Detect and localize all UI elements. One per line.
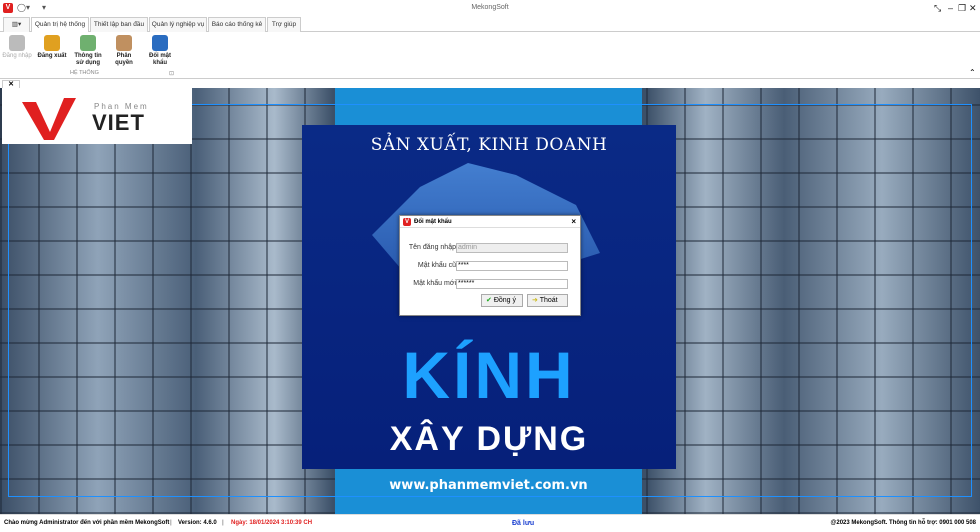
old-password-field[interactable]: ****: [456, 261, 568, 271]
usage-info-label: Thông tin sử dụng: [74, 53, 102, 66]
brand-big: VIET: [92, 110, 145, 135]
brand-logo: Phan Mem VIET: [2, 88, 192, 144]
collapse-ribbon-icon[interactable]: ⌃: [969, 68, 976, 77]
poster-line1: SẢN XUẤT, KINH DOANH: [370, 135, 608, 155]
exit-label: Thoát: [539, 297, 558, 304]
group-expander-icon[interactable]: ⊡: [169, 70, 174, 77]
login-button[interactable]: Đăng nhập: [1, 35, 33, 60]
group-label: HỆ THỐNG: [70, 70, 99, 76]
username-label: Tên đăng nhập: [408, 244, 456, 251]
change-password-dialog: V Đổi mật khẩu × Tên đăng nhập admin Mật…: [399, 215, 581, 316]
document-tab-close[interactable]: ✕: [2, 80, 20, 88]
permissions-label: Phân quyền: [115, 53, 133, 66]
ok-label: Đồng ý: [493, 297, 517, 304]
change-password-label: Đổi mật khẩu: [148, 53, 171, 66]
exit-folder-icon: ➜: [532, 297, 538, 304]
status-bar: Chào mừng Administrator đến với phần mềm…: [0, 514, 980, 531]
poster-line2: KÍNH: [402, 338, 576, 412]
ok-button[interactable]: ✔ Đồng ý: [481, 294, 523, 307]
users-icon: [116, 35, 132, 51]
restore-button[interactable]: ❐: [958, 3, 966, 14]
tab-tro-giup[interactable]: Trợ giúp: [267, 17, 301, 32]
poster-url: www.phanmemviet.com.vn: [389, 478, 588, 493]
username-field[interactable]: admin: [456, 243, 568, 253]
permissions-button[interactable]: Phân quyền: [108, 35, 140, 67]
user-info-icon: [80, 35, 96, 51]
new-password-field[interactable]: ******: [456, 279, 568, 289]
dialog-title: Đổi mật khẩu: [414, 219, 452, 225]
poster-line3: XÂY DỰNG: [389, 420, 589, 458]
usage-info-button[interactable]: Thông tin sử dụng: [72, 35, 104, 67]
window-title: MekongSoft: [471, 4, 509, 11]
ribbon-tabs: ▥▾ Quản trị hệ thống Thiết lập ban đầu Q…: [0, 16, 980, 33]
dialog-logo-icon: V: [403, 218, 411, 226]
app-menu-button[interactable]: ▥▾: [3, 17, 30, 32]
tab-quan-ly-nghiep-vu[interactable]: Quản lý nghiệp vụ: [149, 17, 207, 32]
status-date: Ngày: 18/01/2024 3:10:39 CH: [231, 520, 313, 526]
collapse-icon[interactable]: ⤡: [934, 3, 941, 14]
ribbon: Đăng nhập Đăng xuất Thông tin sử dụng Ph…: [0, 32, 980, 79]
close-button[interactable]: ✕: [969, 3, 977, 14]
dialog-close-button[interactable]: ×: [571, 217, 576, 226]
refresh-key-icon: [152, 35, 168, 51]
lock-icon: [9, 35, 25, 51]
login-label: Đăng nhập: [2, 53, 32, 59]
tab-quan-tri-he-thong[interactable]: Quản trị hệ thống: [31, 17, 89, 33]
change-password-button[interactable]: Đổi mật khẩu: [144, 35, 176, 67]
status-welcome: Chào mừng Administrator đến với phần mềm…: [4, 520, 170, 526]
tab-thiet-lap-ban-dau[interactable]: Thiết lập ban đầu: [90, 17, 148, 32]
exit-button[interactable]: ➜ Thoát: [527, 294, 568, 307]
old-password-label: Mật khẩu cũ: [417, 262, 456, 269]
status-copyright: @2023 MekongSoft. Thông tin hỗ trợ: 0901…: [830, 520, 976, 526]
title-bar: V ◯▾ ▾ MekongSoft ⤡ – ❐ ✕: [0, 0, 980, 16]
tab-bao-cao-thong-ke[interactable]: Báo cáo thống kê: [208, 17, 266, 32]
status-saved: Đã lưu: [512, 520, 535, 527]
logout-button[interactable]: Đăng xuất: [36, 35, 68, 60]
logout-icon: [44, 35, 60, 51]
new-password-label: Mật khẩu mới: [413, 280, 456, 287]
minimize-button[interactable]: –: [948, 3, 953, 13]
brand-v-icon: [22, 98, 76, 140]
dialog-header: V Đổi mật khẩu ×: [400, 216, 580, 228]
logout-label: Đăng xuất: [37, 53, 67, 59]
status-version: Version: 4.6.0: [178, 520, 217, 526]
check-icon: ✔: [486, 297, 492, 304]
